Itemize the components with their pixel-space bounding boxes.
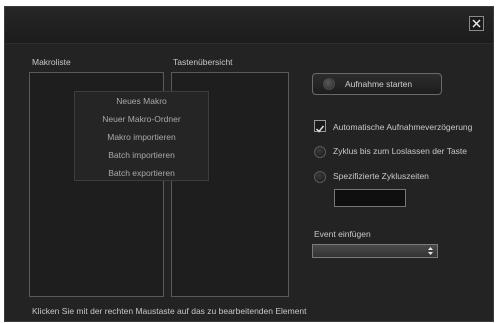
footer-hint: Klicken Sie mit der rechten Maustaste au… [32,306,307,316]
start-recording-label: Aufnahme starten [345,79,413,89]
menu-item-import-macro[interactable]: Makro importieren [75,128,208,146]
menu-item-import-batch[interactable]: Batch importieren [75,146,208,164]
auto-delay-checkbox[interactable] [314,120,326,133]
close-icon [472,19,481,28]
menu-item-new-macro[interactable]: Neues Makro [75,92,208,110]
close-button[interactable] [469,16,484,31]
event-select[interactable] [312,244,438,258]
select-arrows-icon [428,247,433,255]
menu-item-new-macro-folder[interactable]: Neuer Makro-Ordner [75,110,208,128]
start-recording-button[interactable]: Aufnahme starten [312,73,442,95]
cycle-release-radio[interactable] [314,146,326,158]
key-overview-label: Tastenübersicht [173,57,233,67]
title-bar [5,7,493,44]
specified-cycles-label: Spezifizierte Zykluszeiten [333,171,429,181]
cycle-times-input[interactable] [334,189,406,207]
checkmark-icon [315,125,325,133]
menu-item-export-batch[interactable]: Batch exportieren [75,164,208,182]
record-icon [323,78,335,90]
context-menu: Neues Makro Neuer Makro-Ordner Makro imp… [74,91,209,181]
macro-list-label: Makroliste [32,57,71,67]
auto-delay-label: Automatische Aufnahmeverzögerung [333,122,473,132]
specified-cycles-radio[interactable] [314,171,326,183]
cycle-release-label: Zyklus bis zum Loslassen der Taste [333,146,468,156]
event-insert-label: Event einfügen [314,229,371,239]
